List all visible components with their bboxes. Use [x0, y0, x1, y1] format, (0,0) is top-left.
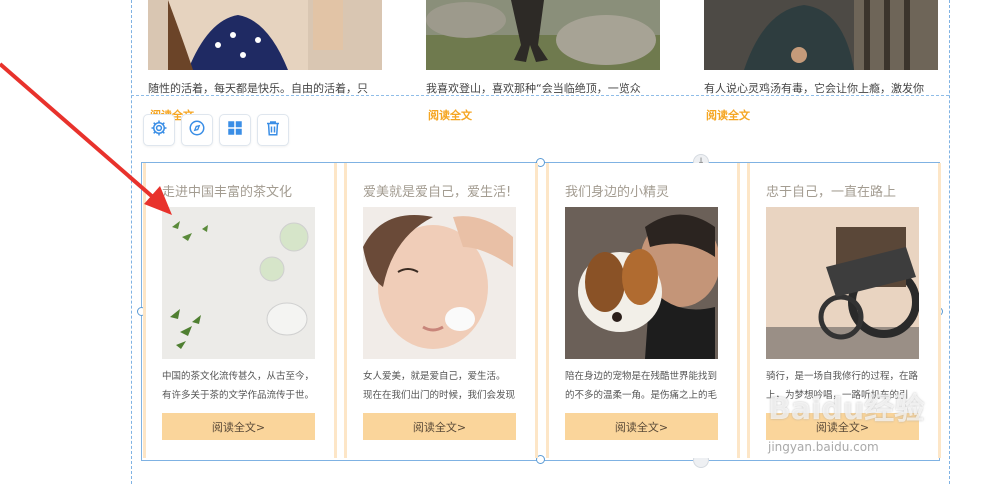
card-excerpt-line: 现在在我们出门的时候，我们会发现 [363, 390, 516, 401]
card-image-skincare [363, 207, 516, 359]
card-excerpt: 中国的茶文化流传甚久，从古至今， 有许多关于茶的文学作品流传于世。 [162, 367, 316, 405]
red-arrow-annotation [0, 62, 172, 215]
card-excerpt-line: 中国的茶文化流传甚久，从古至今， [162, 371, 315, 382]
top-card-image [426, 0, 660, 70]
card-title: 忠于自己，一直在路上 [766, 185, 897, 200]
delete-button[interactable] [257, 114, 289, 146]
grid-icon [226, 119, 244, 141]
top-card-image [704, 0, 938, 70]
card-excerpt-line: 的不多的温柔一角。是伤痛之上的毛 [565, 390, 718, 401]
card-image-motorcycle [766, 207, 919, 359]
card-image-dog [565, 207, 718, 359]
top-card-text: 我喜欢登山，喜欢那种“会当临绝顶，一览众 [426, 82, 641, 95]
read-more-link[interactable]: 阅读全文 [706, 107, 750, 123]
trash-icon [264, 119, 282, 141]
card-excerpt: 陪在身边的宠物是在残酷世界能找到 的不多的温柔一角。是伤痛之上的毛 [565, 367, 719, 405]
read-more-button[interactable]: 阅读全文> [565, 413, 718, 440]
card-title: 爱美就是爱自己，爱生活! [363, 185, 512, 200]
card-excerpt-line: 陪在身边的宠物是在残酷世界能找到 [565, 371, 718, 382]
card-excerpt-line: 女人爱美，就是爱自己，爱生活。 [363, 371, 506, 382]
read-more-link[interactable]: 阅读全文 [428, 107, 472, 123]
baidu-watermark-logo: Baidu经验 [768, 392, 925, 427]
card-excerpt-line: 有许多关于茶的文学作品流传于世。 [162, 390, 315, 401]
top-card-2[interactable]: 我喜欢登山，喜欢那种“会当临绝顶，一览众 阅读全文 [426, 0, 660, 125]
card-title: 我们身边的小精灵 [565, 185, 670, 200]
guide-line-right [949, 0, 950, 484]
read-more-button[interactable]: 阅读全文> [363, 413, 516, 440]
baidu-watermark-url: jingyan.baidu.com [768, 440, 879, 454]
top-card-text: 有人说心灵鸡汤有毒，它会让你上瘾，激发你 [704, 82, 924, 95]
top-card-3[interactable]: 有人说心灵鸡汤有毒，它会让你上瘾，激发你 阅读全文 [704, 0, 938, 125]
card-excerpt: 女人爱美，就是爱自己，爱生活。 现在在我们出门的时候，我们会发现 [363, 367, 517, 405]
read-more-button[interactable]: 阅读全文> [162, 413, 315, 440]
article-card-3[interactable]: 我们身边的小精灵 陪在身边的宠物是在残酷世界能找到 的不多的温柔一角。是伤痛之上… [546, 163, 740, 458]
article-card-2[interactable]: 爱美就是爱自己，爱生活! 女人爱美，就是爱自己，爱生活。 现在在我们出门的时候，… [344, 163, 538, 458]
layout-button[interactable] [219, 114, 251, 146]
